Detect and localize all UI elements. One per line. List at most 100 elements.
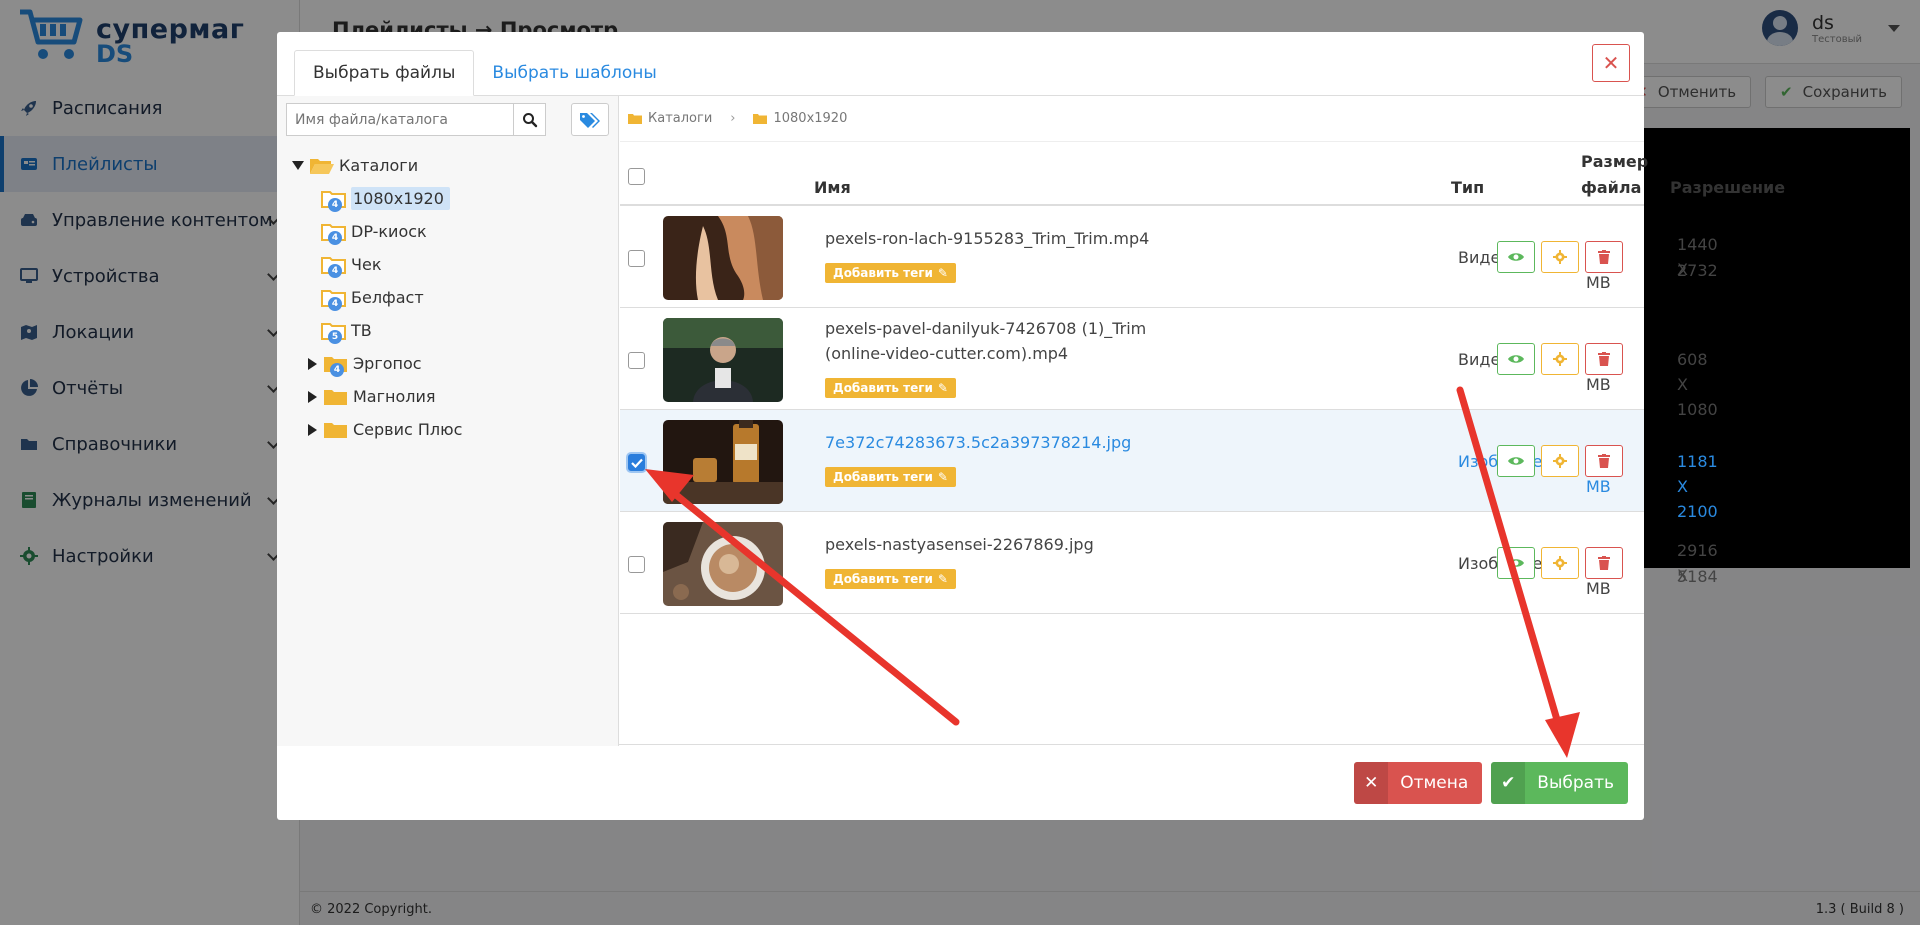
tree-item-label: 1080x1920	[351, 187, 450, 210]
count-badge: 4	[328, 263, 342, 278]
tree-item-dp-kiosk[interactable]: 4 DP-киоск	[287, 215, 607, 248]
count-badge: 4	[328, 296, 342, 311]
modal-close-button[interactable]: ✕	[1592, 44, 1630, 82]
settings-button[interactable]	[1541, 445, 1579, 477]
file-resolution-line2: 2732	[1677, 261, 1718, 280]
delete-button[interactable]	[1585, 547, 1623, 579]
gear-icon	[1553, 250, 1567, 264]
pencil-icon: ✎	[937, 266, 948, 280]
delete-button[interactable]	[1585, 445, 1623, 477]
file-thumbnail	[663, 420, 783, 504]
search-input[interactable]	[287, 104, 513, 135]
gear-icon	[1553, 454, 1567, 468]
table-row[interactable]: pexels-ron-lach-9155283_Trim_Trim.mp4 До…	[620, 206, 1718, 308]
add-tags-button[interactable]: Добавить теги ✎	[825, 263, 956, 283]
eye-icon	[1508, 355, 1524, 363]
folder-icon: 4	[321, 222, 347, 245]
tree-item-label: Эргопос	[353, 354, 422, 373]
column-header-name[interactable]: Имя	[814, 178, 851, 197]
settings-button[interactable]	[1541, 547, 1579, 579]
breadcrumb-label: 1080x1920	[773, 111, 848, 126]
settings-button[interactable]	[1541, 241, 1579, 273]
tab-select-files[interactable]: Выбрать файлы	[294, 50, 475, 96]
eye-icon	[1508, 559, 1524, 567]
column-header-type[interactable]: Тип	[1451, 178, 1484, 197]
count-badge: 4	[328, 197, 342, 212]
collapse-icon[interactable]	[287, 161, 309, 170]
file-thumbnail	[663, 318, 783, 402]
column-header-resolution[interactable]: Разрешение	[1670, 178, 1785, 197]
trash-icon	[1598, 352, 1610, 366]
select-label: Выбрать	[1537, 773, 1614, 793]
check-icon: ✔	[1491, 762, 1526, 804]
search-button[interactable]	[513, 104, 545, 135]
add-tags-label: Добавить теги	[833, 572, 933, 586]
preview-button[interactable]	[1497, 547, 1535, 579]
row-checkbox[interactable]	[628, 352, 645, 369]
row-checkbox-checked[interactable]	[628, 454, 645, 471]
gear-icon	[1553, 556, 1567, 570]
row-checkbox[interactable]	[628, 250, 645, 267]
tags-filter-button[interactable]	[571, 103, 609, 136]
row-checkbox[interactable]	[628, 556, 645, 573]
select-button[interactable]: ✔ Выбрать	[1491, 762, 1628, 804]
add-tags-button[interactable]: Добавить теги ✎	[825, 378, 956, 398]
trash-icon	[1598, 556, 1610, 570]
add-tags-button[interactable]: Добавить теги ✎	[825, 467, 956, 487]
add-tags-label: Добавить теги	[833, 470, 933, 484]
add-tags-label: Добавить теги	[833, 266, 933, 280]
tags-icon	[580, 112, 600, 128]
eye-icon	[1508, 457, 1524, 465]
folder-icon: 4	[323, 354, 349, 377]
file-name: pexels-pavel-danilyuk-7426708 (1)_Trim	[825, 319, 1147, 338]
close-icon: ✕	[1354, 762, 1389, 804]
file-list-pane: Каталоги › 1080x1920 Имя Тип Размер файл…	[620, 96, 1785, 746]
trash-icon	[1598, 454, 1610, 468]
delete-button[interactable]	[1585, 241, 1623, 273]
check-icon	[630, 458, 643, 468]
expand-icon[interactable]	[301, 390, 323, 403]
breadcrumb-item[interactable]: 1080x1920	[753, 111, 847, 126]
tree-item-check[interactable]: 4 Чек	[287, 248, 607, 281]
tree-item-service-plus[interactable]: Сервис Плюс	[287, 413, 607, 446]
tree-item-label: ТВ	[351, 321, 372, 340]
delete-button[interactable]	[1585, 343, 1623, 375]
expand-icon[interactable]	[301, 357, 323, 370]
select-all-checkbox[interactable]	[628, 168, 645, 185]
tab-select-templates[interactable]: Выбрать шаблоны	[474, 50, 674, 96]
folder-icon	[323, 420, 349, 440]
file-name: pexels-ron-lach-9155283_Trim_Trim.mp4	[825, 229, 1150, 248]
tree-item-1080x1920[interactable]: 4 1080x1920	[287, 182, 607, 215]
search-icon	[522, 112, 537, 127]
file-resolution: 1181 X 2100	[1677, 452, 1718, 521]
table-row[interactable]: pexels-nastyasensei-2267869.jpg Добавить…	[620, 512, 1718, 614]
file-name-line2: (online-video-cutter.com).mp4	[825, 344, 1069, 363]
table-row-selected[interactable]: 7e372c74283673.5c2a397378214.jpg Добавит…	[620, 410, 1718, 521]
tree-item-belfast[interactable]: 4 Белфаст	[287, 281, 607, 314]
modal-tabs: Выбрать файлы Выбрать шаблоны	[294, 50, 675, 96]
settings-button[interactable]	[1541, 343, 1579, 375]
trash-icon	[1598, 250, 1610, 264]
preview-button[interactable]	[1497, 241, 1535, 273]
table-row[interactable]: pexels-pavel-danilyuk-7426708 (1)_Trim (…	[620, 308, 1718, 419]
add-tags-button[interactable]: Добавить теги ✎	[825, 569, 956, 589]
file-name: pexels-nastyasensei-2267869.jpg	[825, 535, 1094, 554]
tree-item-magnolia[interactable]: Магнолия	[287, 380, 607, 413]
file-name: 7e372c74283673.5c2a397378214.jpg	[825, 433, 1132, 452]
tree-item-ergopos[interactable]: 4 Эргопос	[287, 347, 607, 380]
preview-button[interactable]	[1497, 445, 1535, 477]
folder-icon: 4	[321, 288, 347, 311]
close-icon: ✕	[1602, 51, 1620, 75]
column-header-size-line2: файла	[1581, 178, 1642, 197]
expand-icon[interactable]	[301, 423, 323, 436]
tree-root[interactable]: Каталоги	[287, 149, 607, 182]
folder-icon	[323, 387, 349, 407]
column-header-size[interactable]: Размер	[1581, 152, 1648, 171]
eye-icon	[1508, 253, 1524, 261]
file-thumbnail	[663, 522, 783, 606]
tree-item-tv[interactable]: 5 ТВ	[287, 314, 607, 347]
preview-button[interactable]	[1497, 343, 1535, 375]
cancel-button[interactable]: ✕ Отмена	[1354, 762, 1483, 804]
modal-footer: ✕ Отмена ✔ Выбрать	[1354, 762, 1628, 804]
breadcrumb-item[interactable]: Каталоги	[628, 111, 712, 126]
